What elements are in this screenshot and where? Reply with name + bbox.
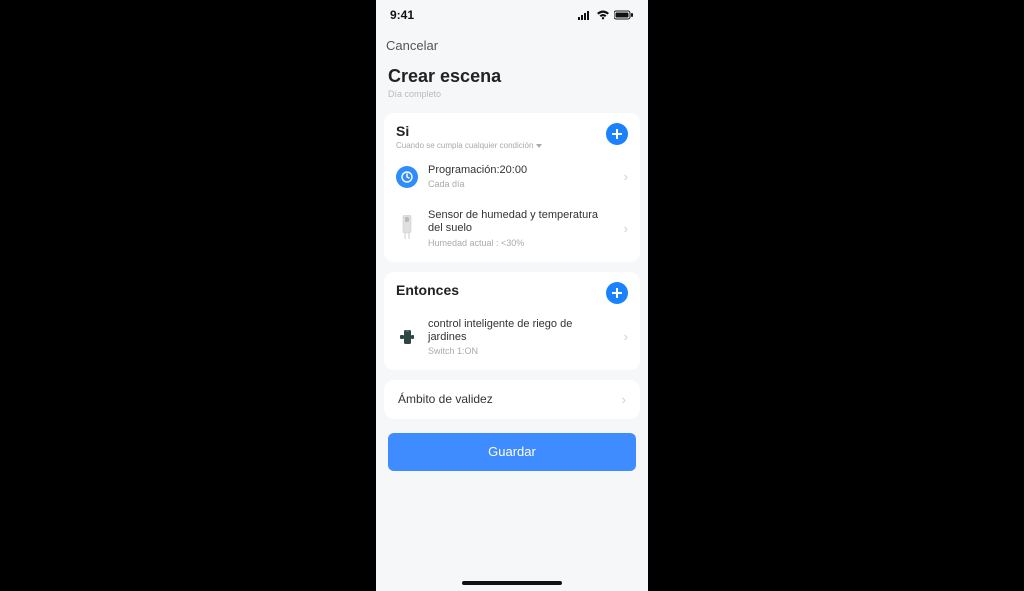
phone-frame: 9:41 Cancelar Crear escena Día completo …: [376, 0, 648, 591]
plus-icon: [612, 129, 622, 139]
irrigation-controller-icon: [396, 322, 418, 352]
moisture-sensor-icon: [396, 213, 418, 243]
chevron-right-icon: ›: [618, 392, 626, 407]
plus-icon: [612, 288, 622, 298]
validity-row[interactable]: Ámbito de validez ›: [384, 380, 640, 419]
wifi-icon: [596, 10, 610, 20]
cancel-button[interactable]: Cancelar: [386, 38, 438, 53]
status-time: 9:41: [390, 8, 414, 22]
save-label: Guardar: [488, 444, 536, 459]
action-irrigation-sub: Switch 1:ON: [428, 346, 610, 356]
action-irrigation-text: control inteligente de riego de jardines…: [428, 318, 610, 356]
condition-schedule-text: Programación:20:00 Cada día: [428, 164, 610, 189]
if-subtitle-text: Cuando se cumpla cualquier condición: [396, 141, 533, 150]
status-bar: 9:41: [376, 0, 648, 30]
if-header: Si Cuando se cumpla cualquier condición: [384, 123, 640, 154]
condition-sensor-row[interactable]: Sensor de humedad y temperatura del suel…: [384, 199, 640, 257]
chevron-right-icon: ›: [620, 221, 628, 236]
validity-card: Ámbito de validez ›: [384, 380, 640, 419]
condition-schedule-row[interactable]: Programación:20:00 Cada día ›: [384, 154, 640, 199]
home-indicator[interactable]: [462, 581, 562, 585]
chevron-right-icon: ›: [620, 329, 628, 344]
nav-bar: Cancelar: [376, 30, 648, 60]
signal-icon: [578, 10, 592, 20]
then-header: Entonces: [384, 282, 640, 308]
page-title: Crear escena: [388, 66, 636, 87]
if-card: Si Cuando se cumpla cualquier condición …: [384, 113, 640, 262]
condition-sensor-text: Sensor de humedad y temperatura del suel…: [428, 209, 610, 247]
battery-icon: [614, 10, 634, 20]
then-card: Entonces control inteligente de riego de…: [384, 272, 640, 370]
chevron-right-icon: ›: [620, 169, 628, 184]
condition-sensor-title: Sensor de humedad y temperatura del suel…: [428, 209, 610, 235]
page-header: Crear escena Día completo: [376, 60, 648, 103]
condition-schedule-title: Programación:20:00: [428, 164, 610, 177]
then-title: Entonces: [396, 282, 459, 298]
if-title: Si: [396, 123, 542, 139]
page-subtitle: Día completo: [388, 89, 636, 99]
add-action-button[interactable]: [606, 282, 628, 304]
validity-label: Ámbito de validez: [398, 392, 493, 406]
action-irrigation-title: control inteligente de riego de jardines: [428, 318, 610, 344]
status-icons: [578, 10, 634, 20]
caret-down-icon: [536, 144, 542, 148]
action-irrigation-row[interactable]: control inteligente de riego de jardines…: [384, 308, 640, 366]
condition-sensor-sub: Humedad actual : <30%: [428, 238, 610, 248]
if-condition-mode[interactable]: Cuando se cumpla cualquier condición: [396, 141, 542, 150]
condition-schedule-sub: Cada día: [428, 179, 610, 189]
clock-icon: [396, 166, 418, 188]
save-button[interactable]: Guardar: [388, 433, 636, 471]
add-condition-button[interactable]: [606, 123, 628, 145]
